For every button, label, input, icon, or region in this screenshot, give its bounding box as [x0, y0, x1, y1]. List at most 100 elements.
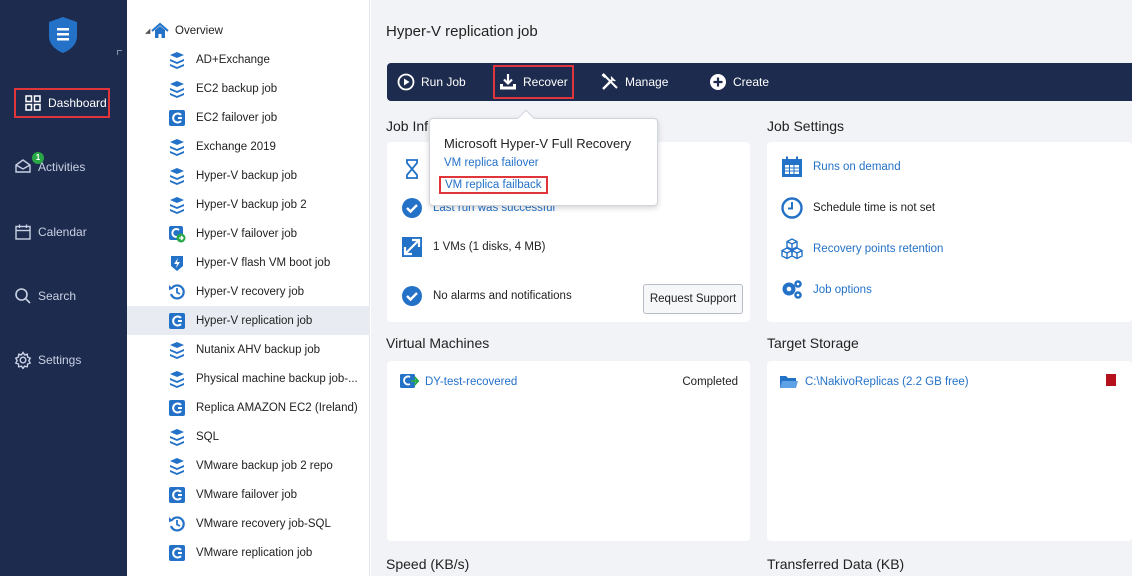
tree-item-job[interactable]: Physical machine backup job-... — [127, 364, 370, 393]
tree-item-label: VMware failover job — [196, 488, 297, 501]
activities-icon-wrap: 1 — [14, 151, 44, 178]
tree-item-label: Hyper-V backup job — [196, 169, 297, 182]
hourglass-icon — [406, 159, 418, 179]
activities-badge: 1 — [32, 151, 44, 164]
tree-item-overview[interactable]: ◢ Overview — [127, 16, 370, 45]
replication-job-icon — [169, 486, 185, 503]
vm-replica-failback-item[interactable]: VM replica failback — [439, 176, 548, 194]
transferred-title: Transferred Data (KB) — [767, 556, 905, 572]
play-icon — [397, 73, 415, 91]
vm-status: Completed — [682, 376, 738, 388]
activities-icon — [15, 158, 31, 173]
job-options-row[interactable]: Job options — [781, 279, 872, 301]
tree-item-job[interactable]: EC2 backup job — [127, 74, 370, 103]
recovery-points-link[interactable]: Recovery points retention — [813, 243, 943, 255]
backup-job-icon — [170, 51, 184, 69]
job-toolbar: Run Job Recover Manage Create — [387, 63, 1132, 101]
tree-item-label: Replica AMAZON EC2 (Ireland) — [196, 401, 358, 414]
vms-row: 1 VMs (1 disks, 4 MB) — [401, 236, 545, 258]
alarms-row: No alarms and notifications — [401, 285, 572, 307]
request-support-button[interactable]: Request Support — [643, 284, 743, 314]
manage-label: Manage — [625, 75, 669, 89]
recovery-menu-title: Microsoft Hyper-V Full Recovery — [444, 136, 632, 151]
tree-item-label: VMware replication job — [196, 546, 313, 559]
tree-item-job[interactable]: VMware recovery job-SQL — [127, 509, 370, 538]
nav-dashboard[interactable]: Dashboard — [14, 88, 110, 118]
job-tree: ◢ Overview AD+Exchange EC2 backup job EC… — [127, 0, 370, 576]
target-storage-panel: C:\NakivoReplicas (2.2 GB free) — [767, 361, 1132, 541]
run-job-label: Run Job — [421, 75, 466, 89]
speed-title: Speed (KB/s) — [386, 556, 470, 572]
tree-item-job[interactable]: Hyper-V recovery job — [127, 277, 370, 306]
schedule-text: Schedule time is not set — [813, 202, 936, 214]
vms-summary: 1 VMs (1 disks, 4 MB) — [433, 241, 546, 253]
alarms-text: No alarms and notifications — [433, 290, 572, 302]
expand-caret-icon[interactable]: ◢ — [145, 27, 150, 35]
tree-item-label: Hyper-V flash VM boot job — [196, 256, 331, 269]
retention-row[interactable]: Recovery points retention — [781, 238, 943, 260]
tree-item-job[interactable]: AD+Exchange — [127, 45, 370, 74]
create-label: Create — [733, 75, 770, 89]
tree-item-job[interactable]: Nutanix AHV backup job — [127, 335, 370, 364]
backup-job-icon — [170, 428, 184, 446]
tree-item-label: Exchange 2019 — [196, 140, 276, 153]
job-settings-panel: Runs on demand Schedule time is not set … — [767, 142, 1132, 322]
tree-item-job[interactable]: Hyper-V failover job — [127, 219, 370, 248]
tree-item-job[interactable]: Hyper-V flash VM boot job — [127, 248, 370, 277]
tools-icon — [601, 73, 618, 90]
runs-on-demand-link[interactable]: Runs on demand — [813, 161, 901, 173]
recovery-job-icon — [169, 515, 185, 532]
nav-settings-label: Settings — [38, 353, 82, 367]
vm-row[interactable]: DY-test-recovered — [399, 373, 517, 391]
nav-calendar[interactable]: Calendar — [14, 217, 87, 247]
main-panel: Hyper-V replication job Run Job Recover … — [371, 0, 1132, 576]
manage-button[interactable]: Manage — [601, 63, 668, 101]
tree-item-label: AD+Exchange — [196, 53, 270, 66]
backup-job-icon — [170, 196, 184, 214]
check-circle-icon — [402, 198, 422, 218]
page-title: Hyper-V replication job — [386, 23, 538, 40]
tree-item-job[interactable]: Hyper-V backup job — [127, 161, 370, 190]
tree-item-job-selected[interactable]: Hyper-V replication job — [127, 306, 370, 335]
virtual-machines-title: Virtual Machines — [386, 335, 490, 351]
vm-name-link[interactable]: DY-test-recovered — [425, 376, 517, 388]
backup-job-icon — [170, 80, 184, 98]
backup-job-icon — [170, 370, 184, 388]
tree-item-job[interactable]: VMware failover job — [127, 480, 370, 509]
storage-row[interactable]: C:\NakivoReplicas (2.2 GB free) — [779, 373, 969, 391]
create-button[interactable]: Create — [709, 63, 769, 101]
tree-item-label: Hyper-V recovery job — [196, 285, 305, 298]
collapse-corner-icon[interactable] — [117, 50, 122, 55]
backup-job-icon — [170, 457, 184, 475]
backup-job-icon — [170, 167, 184, 185]
folder-icon — [780, 376, 798, 388]
tree-item-job[interactable]: Exchange 2019 — [127, 132, 370, 161]
job-options-link[interactable]: Job options — [813, 284, 872, 296]
nav-activities[interactable]: 1 Activities — [14, 151, 85, 182]
download-icon — [500, 74, 516, 90]
tree-item-job[interactable]: Hyper-V backup job 2 — [127, 190, 370, 219]
tree-item-label: VMware backup job 2 repo — [196, 459, 333, 472]
recover-button[interactable]: Recover — [493, 65, 574, 99]
app-logo-icon[interactable] — [47, 16, 79, 54]
virtual-machines-panel: DY-test-recovered Completed — [387, 361, 750, 541]
tree-item-job[interactable]: EC2 failover job — [127, 103, 370, 132]
nav-calendar-label: Calendar — [38, 225, 87, 239]
left-nav: Dashboard 1 Activities Calendar Search S… — [0, 0, 127, 576]
recover-label: Recover — [523, 75, 568, 89]
tree-item-job[interactable]: Replica AMAZON EC2 (Ireland) — [127, 393, 370, 422]
nav-settings[interactable]: Settings — [14, 345, 81, 375]
run-job-button[interactable]: Run Job — [397, 63, 466, 101]
gears-icon — [782, 280, 802, 299]
tree-item-job[interactable]: VMware backup job 2 repo — [127, 451, 370, 480]
replication-job-icon — [169, 109, 185, 126]
nav-search[interactable]: Search — [14, 281, 76, 311]
job-info-title: Job Inf — [386, 118, 429, 134]
tree-item-job[interactable]: SQL — [127, 422, 370, 451]
storage-path-link[interactable]: C:\NakivoReplicas (2.2 GB free) — [805, 376, 969, 388]
tree-item-label: Physical machine backup job-... — [196, 372, 358, 385]
nav-dashboard-label: Dashboard — [48, 96, 107, 110]
vm-replica-failover-item[interactable]: VM replica failover — [444, 157, 539, 169]
tree-item-job[interactable]: VMware replication job — [127, 538, 370, 567]
runs-row[interactable]: Runs on demand — [781, 156, 901, 178]
